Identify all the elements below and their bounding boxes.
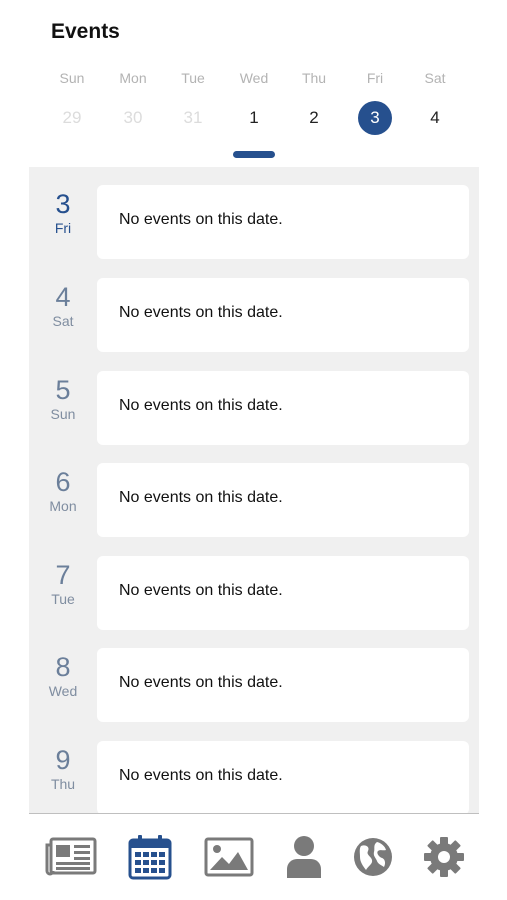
event-message: No events on this date. [119,304,283,321]
list-item: 3 Fri No events on this date. [29,167,479,259]
date-badge: 7 Tue [29,560,97,608]
date-badge: 3 Fri [29,189,97,237]
list-item: 9 Thu No events on this date. [29,723,479,813]
week-day-tue[interactable]: Tue 31 [163,68,223,135]
event-message: No events on this date. [119,397,283,414]
day-name: Sun [59,70,85,86]
day-number: 2 [309,108,319,127]
image-icon [204,837,254,877]
event-card[interactable]: No events on this date. [97,278,469,352]
tab-web[interactable] [343,832,403,882]
tab-gallery[interactable] [199,832,259,882]
date-weekday: Wed [48,683,78,699]
person-icon [287,836,321,878]
event-message: No events on this date. [119,211,283,228]
event-message: No events on this date. [119,767,283,784]
event-message: No events on this date. [119,489,283,506]
tab-settings[interactable] [414,832,474,882]
date-number: 8 [55,652,71,682]
list-item: 8 Wed No events on this date. [29,630,479,722]
event-card[interactable]: No events on this date. [97,463,469,537]
date-weekday: Thu [50,776,76,792]
calendar-icon [128,835,172,880]
day-name: Wed [239,70,269,86]
date-badge: 9 Thu [29,745,97,793]
date-badge: 5 Sun [29,375,97,423]
date-weekday: Tue [51,591,75,607]
date-weekday: Mon [49,498,77,514]
date-badge: 8 Wed [29,652,97,700]
week-day-thu[interactable]: Thu 2 [284,68,344,135]
day-number: 30 [123,108,143,127]
newspaper-icon [45,837,97,876]
week-day-mon[interactable]: Mon 30 [103,68,163,135]
date-number: 5 [55,375,71,405]
day-number: 1 [249,108,259,127]
event-list[interactable]: 3 Fri No events on this date. 4 Sat No e… [29,167,479,813]
globe-icon [354,838,392,876]
date-number: 7 [55,560,71,590]
day-name: Tue [181,70,205,86]
list-item: 4 Sat No events on this date. [29,260,479,352]
date-number: 3 [55,189,71,219]
gear-icon [424,837,464,877]
date-number: 4 [55,282,71,312]
week-day-fri[interactable]: Fri 3 [345,68,405,135]
list-item: 6 Mon No events on this date. [29,445,479,537]
event-message: No events on this date. [119,674,283,691]
date-badge: 4 Sat [29,282,97,330]
list-item: 5 Sun No events on this date. [29,353,479,445]
date-weekday: Fri [54,220,72,236]
tab-events[interactable] [120,832,180,882]
event-card[interactable]: No events on this date. [97,371,469,445]
list-item: 7 Tue No events on this date. [29,538,479,630]
day-name: Mon [119,70,147,86]
week-day-sun[interactable]: Sun 29 [42,68,102,135]
week-day-sat[interactable]: Sat 4 [405,68,465,135]
day-name: Sat [424,70,446,86]
date-number: 9 [55,745,71,775]
bottom-tab-bar [29,813,479,900]
tab-news[interactable] [41,832,101,882]
day-number-selected: 3 [358,101,392,135]
week-day-wed[interactable]: Wed 1 [224,68,284,135]
page-title: Events [51,20,120,43]
day-number: 4 [430,108,440,127]
week-strip: Sun 29 Mon 30 Tue 31 Wed 1 Thu 2 Fri 3 S… [42,68,466,138]
event-card[interactable]: No events on this date. [97,648,469,722]
date-number: 6 [55,467,71,497]
day-name: Thu [301,70,327,86]
date-badge: 6 Mon [29,467,97,515]
event-card[interactable]: No events on this date. [97,556,469,630]
date-weekday: Sat [52,313,74,329]
event-card[interactable]: No events on this date. [97,741,469,813]
event-message: No events on this date. [119,582,283,599]
day-number: 31 [183,108,203,127]
event-card[interactable]: No events on this date. [97,185,469,259]
tab-profile[interactable] [274,832,334,882]
drag-handle[interactable] [233,151,275,158]
date-weekday: Sun [50,406,76,422]
day-number: 29 [62,108,82,127]
day-name: Fri [366,70,384,86]
